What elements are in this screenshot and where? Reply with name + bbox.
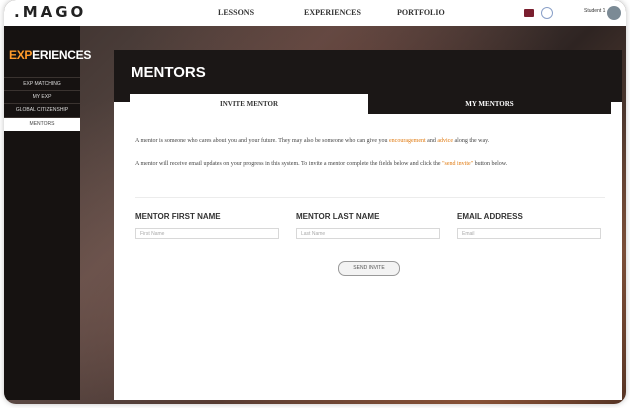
email-input[interactable]: Email — [457, 228, 601, 239]
sidebar: EXPERIENCES EXP MATCHING MY EXP GLOBAL C… — [4, 26, 91, 400]
app-window: .MAGO LESSONS EXPERIENCES PORTFOLIO Stud… — [4, 0, 626, 404]
avatar[interactable] — [607, 6, 621, 20]
first-name-label: MENTOR FIRST NAME — [135, 212, 221, 221]
tab-my-mentors[interactable]: MY MENTORS — [368, 94, 611, 114]
nav-portfolio[interactable]: PORTFOLIO — [397, 8, 445, 17]
user-name[interactable]: Student 1 — [584, 8, 605, 14]
last-name-label: MENTOR LAST NAME — [296, 212, 380, 221]
divider — [135, 197, 605, 198]
sidebar-item-exp-matching[interactable]: EXP MATCHING — [4, 77, 80, 91]
mentor-description-2: A mentor will receive email updates on y… — [135, 161, 508, 167]
email-label: EMAIL ADDRESS — [457, 212, 523, 221]
sidebar-title: EXPERIENCES — [9, 48, 92, 62]
tab-invite-mentor[interactable]: INVITE MENTOR — [130, 94, 368, 114]
page-title: MENTORS — [131, 64, 206, 81]
last-name-input[interactable]: Last Name — [296, 228, 440, 239]
mentor-description-1: A mentor is someone who cares about you … — [135, 138, 490, 144]
sidebar-item-global-citizenship[interactable]: GLOBAL CITIZENSHIP — [4, 103, 80, 117]
send-invite-button[interactable]: SEND INVITE — [338, 261, 400, 276]
logo[interactable]: .MAGO — [14, 3, 86, 21]
globe-icon[interactable] — [541, 7, 553, 19]
nav-lessons[interactable]: LESSONS — [218, 8, 254, 17]
sidebar-item-my-exp[interactable]: MY EXP — [4, 90, 80, 104]
top-navigation-bar: .MAGO LESSONS EXPERIENCES PORTFOLIO Stud… — [4, 0, 626, 26]
mentors-panel: MENTORS INVITE MENTOR MY MENTORS A mento… — [114, 50, 622, 400]
first-name-input[interactable]: First Name — [135, 228, 279, 239]
nav-experiences[interactable]: EXPERIENCES — [304, 8, 361, 17]
sidebar-item-mentors[interactable]: MENTORS — [4, 117, 80, 131]
flag-icon[interactable] — [524, 9, 534, 17]
